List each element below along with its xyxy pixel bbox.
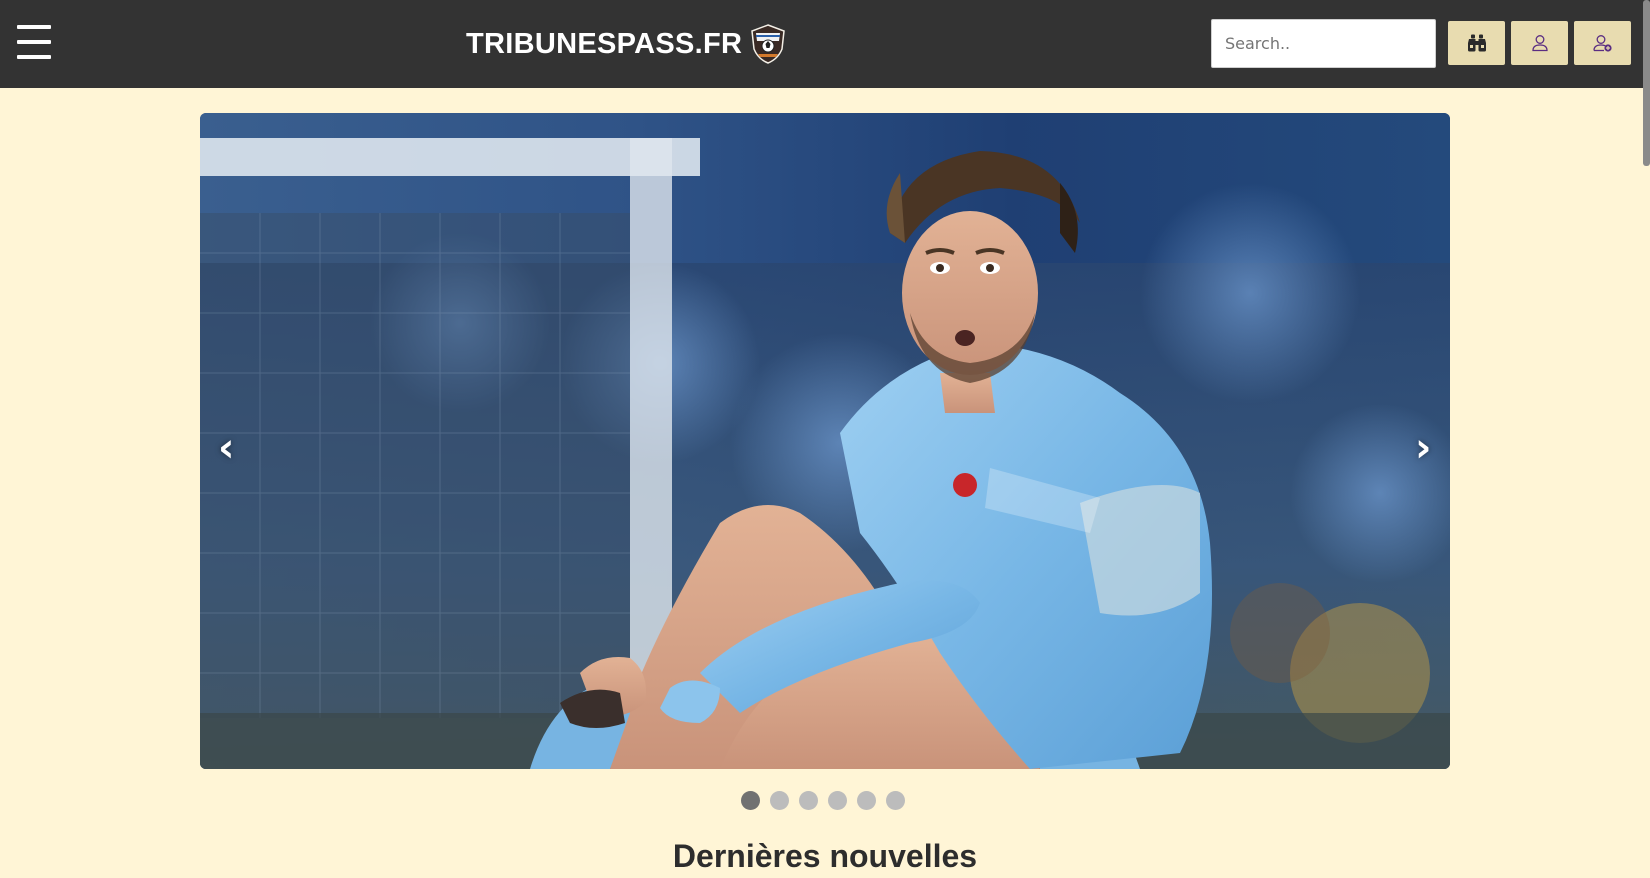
carousel-dot-2[interactable] [770, 791, 789, 810]
binoculars-icon [1467, 34, 1486, 52]
top-navigation-bar: TRIBUNESPASS.FR [0, 0, 1650, 88]
user-icon [1531, 35, 1548, 52]
news-carousel [200, 113, 1450, 769]
carousel-pagination [741, 791, 905, 810]
carousel-next-button[interactable]: › [1415, 428, 1431, 468]
register-button[interactable] [1574, 21, 1631, 65]
site-logo-link[interactable]: TRIBUNESPASS.FR [466, 22, 786, 66]
user-add-icon [1592, 35, 1612, 52]
club-crest-icon [751, 24, 786, 64]
hamburger-menu-icon[interactable] [17, 24, 51, 62]
carousel-dot-3[interactable] [799, 791, 818, 810]
latest-news-heading: Dernières nouvelles [672, 838, 978, 874]
page-scrollbar-thumb[interactable] [1643, 0, 1650, 166]
site-title: TRIBUNESPASS.FR [466, 28, 743, 60]
carousel-prev-button[interactable]: ‹ [218, 428, 234, 468]
carousel-dot-5[interactable] [857, 791, 876, 810]
search-input[interactable] [1211, 19, 1436, 68]
carousel-dot-1[interactable] [741, 791, 760, 810]
featured-news-photo[interactable] [200, 113, 1450, 769]
carousel-dot-4[interactable] [828, 791, 847, 810]
binoculars-search-button[interactable] [1448, 21, 1505, 65]
account-button[interactable] [1511, 21, 1568, 65]
carousel-dot-6[interactable] [886, 791, 905, 810]
